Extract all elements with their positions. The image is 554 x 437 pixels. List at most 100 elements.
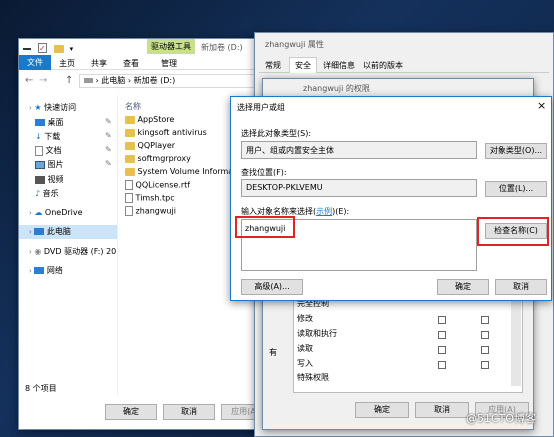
perm-row-read: 读取 [297,344,313,353]
sidebar-item-quick-access[interactable]: › ★ 快速访问 [29,102,76,113]
quick-access-toolbar-icon[interactable] [23,47,31,50]
sidebar-item-documents[interactable]: 文档 ✎ [35,145,115,156]
tab-details[interactable]: 详细信息 [323,60,355,71]
ok-button[interactable]: 确定 [105,404,157,420]
picture-icon [35,160,45,169]
properties-tabs: 常规 安全 详细信息 以前的版本 [259,57,549,73]
nav-up-icon[interactable]: ↑ [65,75,73,86]
titlebar-icons: ✓ ▾ [23,43,73,54]
perm-row-read-execute: 读取和执行 [297,329,337,338]
file-icon [125,193,133,203]
highlight-name-input [235,216,295,238]
dialog-cancel-button[interactable]: 取消 [495,279,547,295]
nav-back-icon[interactable]: ← [25,75,33,86]
expand-icon: › [29,248,32,256]
video-icon [35,175,45,184]
pane-divider [117,95,118,395]
breadcrumb-this-pc[interactable]: 此电脑 [101,76,125,85]
advanced-button[interactable]: 高级(A)... [241,279,303,295]
list-item[interactable]: Timsh.tpc [125,193,175,203]
object-type-field: 用户、组或内置安全主体 [241,141,477,159]
perm-ok-button[interactable]: 确定 [355,402,409,418]
folder-icon [125,128,135,137]
deny-checkbox[interactable] [481,346,489,354]
allow-checkbox[interactable] [438,316,446,324]
perm-row-special: 特殊权限 [297,373,329,382]
sidebar-item-downloads[interactable]: ↓ 下载 ✎ [35,131,115,142]
folder-icon[interactable] [53,44,64,53]
address-bar[interactable]: › 此电脑 › 新加卷 (D:) [79,74,269,88]
allow-checkbox[interactable] [438,331,446,339]
list-item[interactable]: AppStore [125,115,174,124]
permissions-scrollbar[interactable] [511,296,521,386]
disc-icon: ◉ [34,247,42,256]
deny-checkbox[interactable] [481,316,489,324]
tab-manage[interactable]: 管理 [161,58,177,69]
sidebar-item-desktop[interactable]: 桌面 ✎ [35,117,115,128]
download-icon: ↓ [35,132,42,141]
checkmark-icon[interactable]: ✓ [37,43,47,53]
tab-share[interactable]: 共享 [91,58,107,69]
sidebar-item-onedrive[interactable]: › ☁ OneDrive [29,208,83,217]
network-icon [34,267,45,274]
perm-cancel-button[interactable]: 取消 [415,402,469,418]
dropdown-icon[interactable]: ▾ [70,45,74,53]
locations-button[interactable]: 位置(L)... [485,181,547,197]
desktop-icon [35,119,45,126]
expand-icon: › [29,104,32,112]
deny-checkbox[interactable] [481,331,489,339]
tab-general[interactable]: 常规 [265,60,281,71]
tab-security[interactable]: 安全 [289,57,317,73]
drive-tools-tab[interactable]: 驱动器工具 [147,39,195,54]
list-item[interactable]: zhangwuji [125,206,176,216]
cloud-icon: ☁ [34,208,43,217]
permissions-title: zhangwuji 的权限 [303,84,370,93]
tab-view[interactable]: 查看 [123,58,139,69]
dialog-title: 选择用户或组 [237,103,285,112]
pin-icon[interactable]: ✎ [105,145,112,154]
status-bar-count: 8 个项目 [25,384,57,393]
music-icon: ♪ [35,189,41,198]
sidebar-item-videos[interactable]: 视频 [35,174,64,185]
select-users-dialog: 选择用户或组 × 选择此对象类型(S): 用户、组或内置安全主体 对象类型(O)… [230,96,552,301]
perm-row-write: 写入 [297,359,313,368]
object-type-label: 选择此对象类型(S): [241,129,312,138]
location-label: 查找位置(F): [241,168,287,177]
sidebar-item-network[interactable]: › 网络 [29,265,63,276]
allow-checkbox[interactable] [438,346,446,354]
breadcrumb-drive[interactable]: 新加卷 (D:) [134,76,176,85]
highlight-check-names [477,217,549,246]
cancel-button[interactable]: 取消 [163,404,215,420]
sidebar-item-dvd[interactable]: › ◉ DVD 驱动器 (F:) 201 [29,246,117,257]
folder-icon [125,141,135,150]
list-item[interactable]: kingsoft antivirus [125,128,207,137]
pin-icon[interactable]: ✎ [105,159,112,168]
pin-icon[interactable]: ✎ [105,131,112,140]
deny-checkbox[interactable] [481,361,489,369]
folder-icon [125,154,135,163]
expand-icon: › [29,228,32,236]
list-item[interactable]: softmgrproxy [125,154,191,163]
tab-previous-versions[interactable]: 以前的版本 [363,60,403,71]
folder-icon [125,115,135,124]
watermark: @51CTO博客 [466,412,537,425]
list-item[interactable]: QQPlayer [125,141,175,150]
sidebar-item-music[interactable]: ♪ 音乐 [35,188,59,199]
sidebar-item-pictures[interactable]: 图片 ✎ [35,159,115,170]
location-field: DESKTOP-PKLVEMU [241,179,477,197]
sidebar-item-this-pc[interactable]: › 此电脑 [19,225,117,239]
close-icon[interactable]: × [537,99,546,112]
column-header-name[interactable]: 名称 [125,101,141,112]
drive-icon [84,78,93,83]
allow-checkbox[interactable] [438,361,446,369]
computer-icon [34,228,45,235]
list-item[interactable]: QQLicense.rtf [125,180,190,190]
tab-home[interactable]: 主页 [59,58,75,69]
pin-icon[interactable]: ✎ [105,117,112,126]
permissions-left-label: 有 [269,348,277,357]
dialog-ok-button[interactable]: 确定 [437,279,489,295]
object-types-button[interactable]: 对象类型(O)... [485,143,547,159]
tab-file[interactable]: 文件 [19,55,51,70]
examples-link[interactable]: 示例 [316,207,332,216]
nav-forward-icon[interactable]: → [39,75,47,86]
